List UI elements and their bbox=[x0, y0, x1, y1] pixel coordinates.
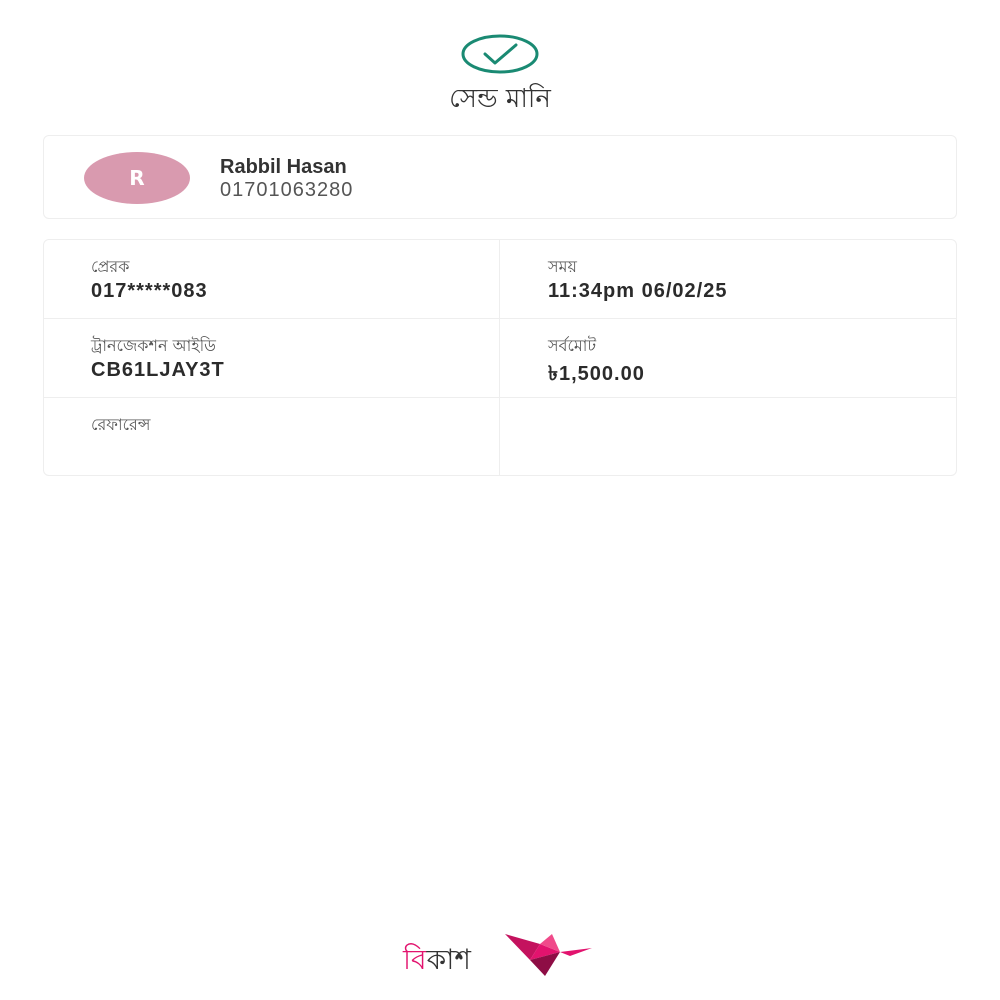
time-value: 11:34pm 06/02/25 bbox=[548, 280, 728, 302]
time-label: সময় bbox=[548, 257, 577, 276]
transaction-id-label: ট্রানজেকশন আইডি bbox=[91, 336, 216, 355]
transaction-details-card: প্রেরক 017*****083 সময় 11:34pm 06/02/25… bbox=[43, 239, 957, 476]
reference-cell: রেফারেন্স bbox=[44, 398, 500, 475]
brand-wordmark-accent: বি bbox=[403, 943, 427, 976]
total-label: সর্বমোট bbox=[548, 336, 597, 355]
time-cell: সময় 11:34pm 06/02/25 bbox=[500, 240, 956, 319]
sender-value: 017*****083 bbox=[91, 280, 208, 302]
transaction-id-value: CB61LJAY3T bbox=[91, 359, 225, 381]
sender-label: প্রেরক bbox=[91, 257, 130, 276]
bkash-logo: বিকাশ bbox=[400, 930, 600, 980]
brand-wordmark-rest: কাশ bbox=[426, 943, 471, 976]
recipient-name: Rabbil Hasan bbox=[220, 156, 347, 178]
total-value: ৳1,500.00 bbox=[548, 363, 645, 385]
transaction-receipt-page: সেন্ড মানি R Rabbil Hasan 01701063280 প্… bbox=[0, 0, 1000, 1000]
brand-wordmark: বিকাশ bbox=[403, 938, 471, 985]
bird-icon bbox=[505, 934, 592, 976]
recipient-number: 01701063280 bbox=[220, 179, 354, 201]
empty-cell bbox=[500, 398, 956, 475]
page-title: সেন্ড মানি bbox=[449, 84, 551, 114]
check-circle-icon bbox=[461, 34, 539, 74]
avatar: R bbox=[84, 152, 190, 204]
recipient-card: R Rabbil Hasan 01701063280 bbox=[43, 135, 957, 219]
total-cell: সর্বমোট ৳1,500.00 bbox=[500, 319, 956, 398]
sender-cell: প্রেরক 017*****083 bbox=[44, 240, 500, 319]
reference-label: রেফারেন্স bbox=[91, 415, 151, 434]
transaction-id-cell: ট্রানজেকশন আইডি CB61LJAY3T bbox=[44, 319, 500, 398]
